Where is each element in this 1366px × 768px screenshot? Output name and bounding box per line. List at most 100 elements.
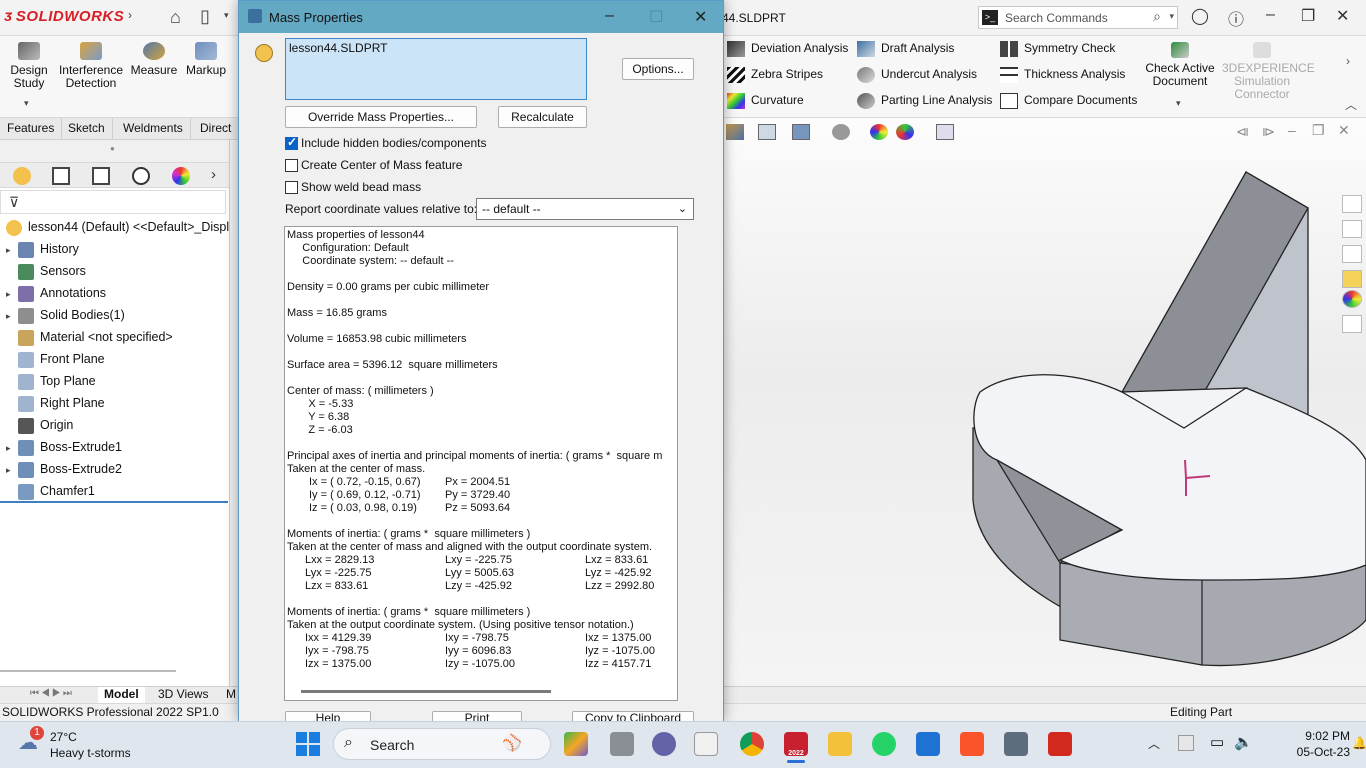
- coordinate-system-select[interactable]: -- default -- ⌄: [476, 198, 694, 220]
- expand-arrow-icon[interactable]: ▸: [6, 459, 18, 480]
- brave-icon[interactable]: [960, 732, 984, 756]
- edit-appearance-icon[interactable]: [870, 124, 888, 140]
- configuration-manager-icon[interactable]: [92, 167, 110, 185]
- view-orientation-icon[interactable]: [726, 124, 744, 140]
- tree-item-material[interactable]: Material <not specified>: [0, 326, 230, 348]
- panel-expand-icon[interactable]: ›: [211, 166, 216, 183]
- markup-button[interactable]: Markup: [184, 42, 228, 77]
- close-icon[interactable]: ✕: [1336, 6, 1349, 26]
- help-icon[interactable]: ⓘ: [1228, 6, 1244, 30]
- dialog-maximize-icon[interactable]: ☐: [649, 7, 663, 27]
- create-com-checkbox[interactable]: [285, 159, 298, 172]
- check-active-dropdown-icon[interactable]: ▾: [1176, 98, 1181, 109]
- dimxpert-icon[interactable]: [132, 167, 150, 185]
- design-study-button[interactable]: Design Study: [6, 42, 52, 90]
- curvature-button[interactable]: Curvature: [727, 93, 804, 109]
- previous-view-icon[interactable]: ⧏: [1236, 124, 1249, 140]
- notepad-icon[interactable]: [916, 732, 940, 756]
- 3dexperience-connector-button[interactable]: 3DEXPERIENCE Simulation Connector: [1222, 42, 1315, 101]
- tab-3d-views[interactable]: 3D Views: [152, 687, 214, 703]
- dialog-title-bar[interactable]: Mass Properties – ☐ ✕: [239, 1, 723, 33]
- volume-icon[interactable]: 🔈: [1234, 733, 1253, 751]
- tree-item-boss-extrude2[interactable]: ▸ Boss-Extrude2: [0, 458, 230, 480]
- custom-properties-icon[interactable]: [1342, 315, 1362, 333]
- tree-item-sensors[interactable]: Sensors: [0, 260, 230, 282]
- new-dropdown-icon[interactable]: ▾: [224, 10, 229, 21]
- property-manager-icon[interactable]: [52, 167, 70, 185]
- ribbon-collapse-icon[interactable]: ︿: [1345, 96, 1357, 113]
- tree-item-origin[interactable]: Origin: [0, 414, 230, 436]
- notifications-icon[interactable]: 🔔: [1352, 736, 1366, 750]
- expand-arrow-icon[interactable]: ▸: [6, 305, 18, 326]
- part-model[interactable]: [940, 160, 1366, 680]
- calculator-icon[interactable]: [1004, 732, 1028, 756]
- selected-item[interactable]: lesson44.SLDPRT: [289, 41, 388, 55]
- override-mass-properties-button[interactable]: Override Mass Properties...: [285, 106, 477, 128]
- show-hidden-icons[interactable]: ︿: [1148, 735, 1160, 752]
- dialog-minimize-icon[interactable]: –: [605, 7, 614, 25]
- tab-model[interactable]: Model: [98, 687, 145, 703]
- tab-direct-edit[interactable]: Direct E: [193, 118, 240, 156]
- check-active-document-button[interactable]: Check Active Document: [1144, 42, 1216, 88]
- restore-icon[interactable]: ❐: [1301, 6, 1315, 26]
- appearances-icon[interactable]: [1342, 290, 1362, 308]
- snipping-tool-icon[interactable]: [694, 732, 718, 756]
- parting-line-analysis-button[interactable]: Parting Line Analysis: [857, 93, 992, 109]
- symmetry-check-button[interactable]: Symmetry Check: [1000, 41, 1115, 57]
- chrome-icon[interactable]: [740, 732, 764, 756]
- mass-properties-results[interactable]: Mass properties of lesson44 Configuratio…: [284, 226, 678, 701]
- tab-scroll-arrows-icon[interactable]: ⏮◀▶⏭: [30, 688, 74, 699]
- apply-scene-icon[interactable]: [896, 124, 914, 140]
- thickness-analysis-button[interactable]: Thickness Analysis: [1000, 67, 1125, 83]
- solidworks-logo[interactable]: ᴣ SOLIDWORKS: [4, 8, 124, 26]
- fm-splitter[interactable]: [229, 140, 238, 686]
- tab-features[interactable]: Features: [0, 118, 63, 140]
- options-button[interactable]: Options...: [622, 58, 694, 80]
- undercut-analysis-button[interactable]: Undercut Analysis: [857, 67, 977, 83]
- section-view-icon[interactable]: [758, 124, 776, 140]
- next-view-icon[interactable]: ⧐: [1262, 124, 1275, 140]
- file-explorer-icon[interactable]: [1342, 245, 1362, 263]
- draft-analysis-button[interactable]: Draft Analysis: [857, 41, 954, 57]
- taskbar-search[interactable]: ⌕ Search ⚾: [333, 728, 551, 760]
- selected-items-list[interactable]: lesson44.SLDPRT: [285, 38, 587, 100]
- copilot-icon[interactable]: [564, 732, 588, 756]
- design-library-icon[interactable]: [1342, 220, 1362, 238]
- search-commands-input[interactable]: >_ Search Commands ⌕ ▾: [978, 6, 1178, 29]
- new-document-icon[interactable]: ▯: [200, 6, 210, 27]
- search-icon[interactable]: ⌕: [1153, 8, 1161, 25]
- tray-app-icon[interactable]: [1178, 735, 1194, 751]
- minimize-icon[interactable]: –: [1266, 6, 1275, 24]
- tree-item-annotations[interactable]: ▸ Annotations: [0, 282, 230, 304]
- viewport-close-icon[interactable]: ✕: [1338, 122, 1350, 139]
- feature-tree-icon[interactable]: [13, 167, 31, 185]
- display-style-icon[interactable]: [792, 124, 810, 140]
- file-explorer-taskbar-icon[interactable]: [828, 732, 852, 756]
- fm-horizontal-scrollbar[interactable]: [0, 670, 176, 672]
- tree-item-chamfer1[interactable]: Chamfer1: [0, 480, 230, 502]
- solidworks-resources-icon[interactable]: [1342, 195, 1362, 213]
- more-tools-dropdown-icon[interactable]: ▾: [24, 98, 29, 109]
- network-icon[interactable]: ▭: [1210, 733, 1224, 751]
- expand-arrow-icon[interactable]: ▸: [6, 239, 18, 260]
- recalculate-button[interactable]: Recalculate: [498, 106, 587, 128]
- compare-documents-button[interactable]: Compare Documents: [1000, 93, 1137, 109]
- viewport-minimize-icon[interactable]: –: [1288, 122, 1296, 138]
- menu-expand-icon[interactable]: ›: [128, 8, 132, 22]
- tab-sketch[interactable]: Sketch: [61, 118, 113, 140]
- expand-arrow-icon[interactable]: ▸: [6, 283, 18, 304]
- home-icon[interactable]: ⌂: [170, 7, 181, 28]
- ribbon-scroll-right-icon[interactable]: ›: [1346, 54, 1350, 68]
- rollback-bar[interactable]: [0, 501, 228, 503]
- solidworks-taskbar-icon[interactable]: 2022: [784, 732, 808, 757]
- panel-splitter[interactable]: ●: [0, 140, 238, 162]
- tree-item-right-plane[interactable]: Right Plane: [0, 392, 230, 414]
- hide-show-icon[interactable]: [832, 124, 850, 140]
- zebra-stripes-button[interactable]: Zebra Stripes: [727, 67, 823, 83]
- weld-bead-checkbox[interactable]: [285, 181, 298, 194]
- view-palette-icon[interactable]: [1342, 270, 1362, 288]
- tree-item-solid-bodies[interactable]: ▸ Solid Bodies(1): [0, 304, 230, 326]
- whatsapp-icon[interactable]: [872, 732, 896, 756]
- deviation-analysis-button[interactable]: Deviation Analysis: [727, 41, 848, 57]
- acrobat-icon[interactable]: [1048, 732, 1072, 756]
